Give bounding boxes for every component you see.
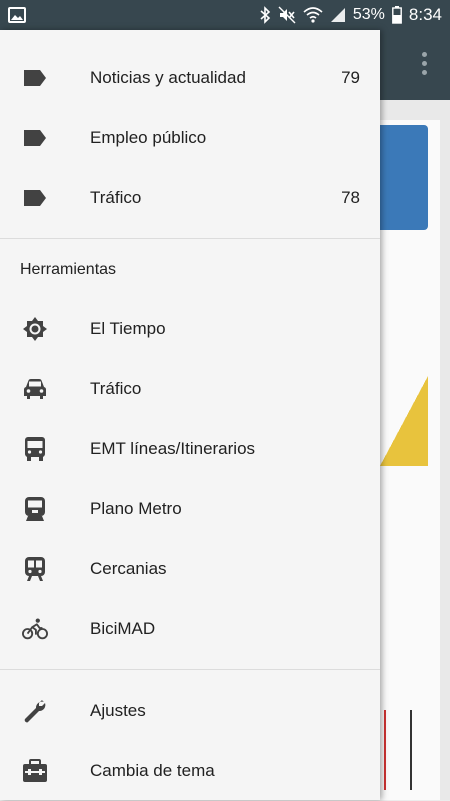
tag-icon	[22, 186, 48, 210]
car-icon	[22, 377, 48, 401]
tag-icon	[22, 126, 48, 150]
card-image	[380, 376, 428, 466]
drawer-item-label: Noticias y actualidad	[90, 68, 246, 87]
navigation-drawer: Noticias y actualidad 79 Empleo público …	[0, 30, 380, 800]
metro-icon	[22, 497, 48, 521]
drawer-item-empleo[interactable]: Empleo público	[0, 108, 380, 168]
tag-icon	[22, 66, 48, 90]
signal-icon	[330, 7, 346, 23]
weather-sun-icon	[22, 317, 48, 341]
clock: 8:34	[408, 5, 442, 24]
battery-icon	[392, 6, 402, 24]
card-image	[384, 710, 412, 790]
drawer-item-label: Empleo público	[90, 128, 207, 147]
drawer-item-plano-metro[interactable]: Plano Metro	[0, 479, 380, 539]
drawer-item-trafico-tag[interactable]: Tráfico 78	[0, 168, 380, 228]
battery-percent: 53%	[352, 6, 385, 23]
drawer-item-trafico-tool[interactable]: Tráfico	[0, 359, 380, 419]
bluetooth-icon	[259, 6, 271, 24]
news-card[interactable]	[380, 348, 440, 668]
toolbox-icon	[22, 759, 48, 783]
drawer-item-label: El Tiempo	[90, 319, 166, 338]
item-count: 79	[341, 68, 360, 87]
drawer-item-bicimad[interactable]: BiciMAD	[0, 599, 380, 659]
drawer-item-label: BiciMAD	[90, 619, 156, 638]
drawer-item-label: Plano Metro	[90, 499, 182, 518]
bus-icon	[22, 437, 48, 461]
drawer-item-label: Tráfico	[90, 379, 142, 398]
card-image	[380, 125, 428, 230]
drawer-item-noticias[interactable]: Noticias y actualidad 79	[0, 48, 380, 108]
drawer-item-label: Ajustes	[90, 701, 146, 720]
drawer-item-label: Tráfico	[90, 188, 142, 207]
news-card[interactable]	[380, 660, 440, 800]
item-count: 78	[341, 188, 360, 207]
drawer-item-label: EMT líneas/Itinerarios	[90, 439, 256, 458]
overflow-menu-icon[interactable]	[422, 52, 428, 78]
divider	[0, 238, 380, 239]
wrench-icon	[22, 699, 48, 723]
drawer-item-ajustes[interactable]: Ajustes	[0, 681, 380, 741]
wifi-icon	[303, 7, 323, 23]
mute-icon	[278, 6, 296, 24]
bike-icon	[22, 617, 48, 641]
drawer-item-el-tiempo[interactable]: El Tiempo	[0, 299, 380, 359]
drawer-item-label: Cercanias	[90, 559, 167, 578]
news-card[interactable]	[380, 120, 440, 350]
drawer-item-emt[interactable]: EMT líneas/Itinerarios	[0, 419, 380, 479]
drawer-item-label: Cambia de tema	[90, 761, 215, 780]
image-icon	[8, 7, 26, 23]
divider	[0, 669, 380, 670]
section-header-herramientas: Herramientas	[20, 261, 117, 278]
train-icon	[22, 557, 48, 581]
drawer-item-cambia-tema[interactable]: Cambia de tema	[0, 741, 380, 801]
drawer-item-cercanias[interactable]: Cercanias	[0, 539, 380, 599]
status-bar: 53% 8:34	[0, 0, 450, 30]
